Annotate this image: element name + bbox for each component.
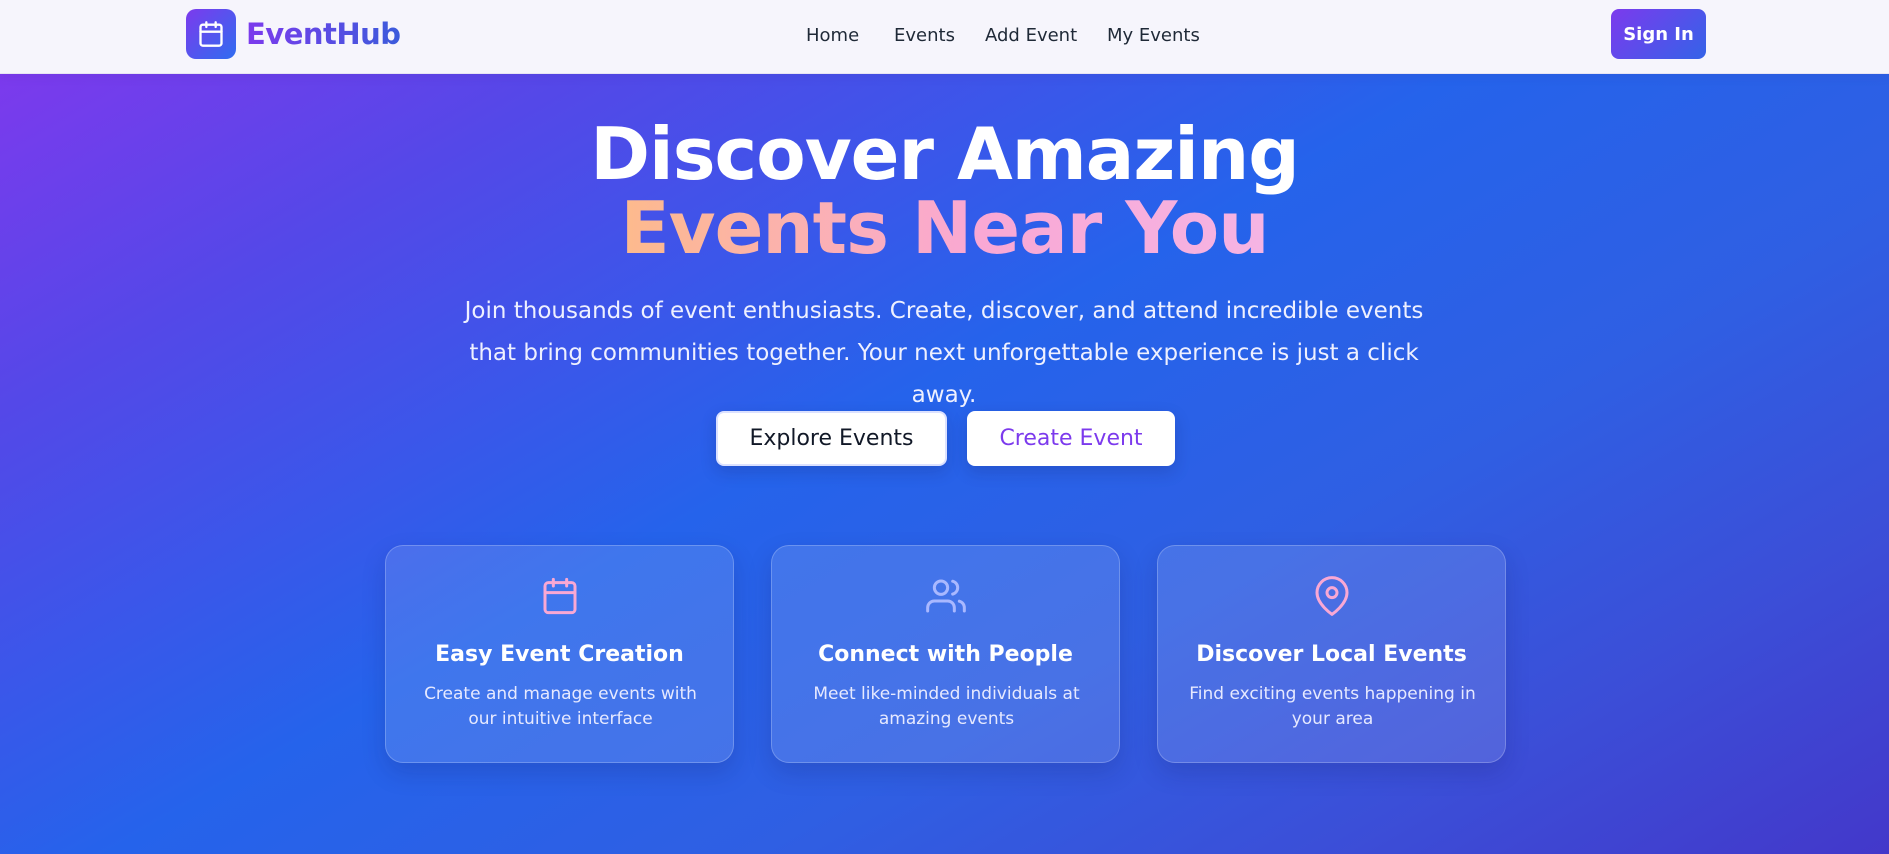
main-nav: Home Events Add Event My Events — [0, 24, 1889, 48]
nav-item-my-events[interactable]: My Events — [1107, 24, 1200, 48]
hero-title-line1: Discover Amazing — [590, 112, 1300, 196]
feature-title: Easy Event Creation — [435, 642, 684, 667]
hero-title-highlight: Events Near You — [620, 186, 1269, 270]
feature-description: Meet like-minded individuals at amazing … — [813, 684, 1080, 729]
users-icon — [925, 579, 966, 613]
sign-in-button[interactable]: Sign In — [1611, 9, 1706, 59]
feature-description: Create and manage events with our intuit… — [424, 684, 697, 729]
map-pin-icon — [1315, 576, 1348, 616]
hero-section: Discover Amazing Events Near You Join th… — [0, 74, 1889, 854]
feature-title: Connect with People — [818, 642, 1073, 667]
calendar-icon — [543, 577, 576, 615]
top-navbar: EventHub Home Events Add Event My Events… — [0, 0, 1889, 74]
feature-card-easy-creation: Easy Event Creation Create and manage ev… — [385, 545, 734, 763]
create-event-button[interactable]: Create Event — [967, 411, 1175, 466]
nav-item-home[interactable]: Home — [806, 24, 859, 48]
nav-item-events[interactable]: Events — [894, 24, 955, 48]
nav-item-add-event[interactable]: Add Event — [985, 24, 1077, 48]
hero-subtitle: Join thousands of event enthusiasts. Cre… — [464, 298, 1424, 408]
feature-card-connect-people: Connect with People Meet like-minded ind… — [771, 545, 1120, 763]
feature-description: Find exciting events happening in your a… — [1189, 684, 1476, 729]
feature-card-local-events: Discover Local Events Find exciting even… — [1157, 545, 1506, 763]
feature-title: Discover Local Events — [1196, 642, 1467, 667]
hero-title-line2: Events Near You — [0, 188, 1889, 268]
explore-events-button[interactable]: Explore Events — [716, 411, 947, 466]
